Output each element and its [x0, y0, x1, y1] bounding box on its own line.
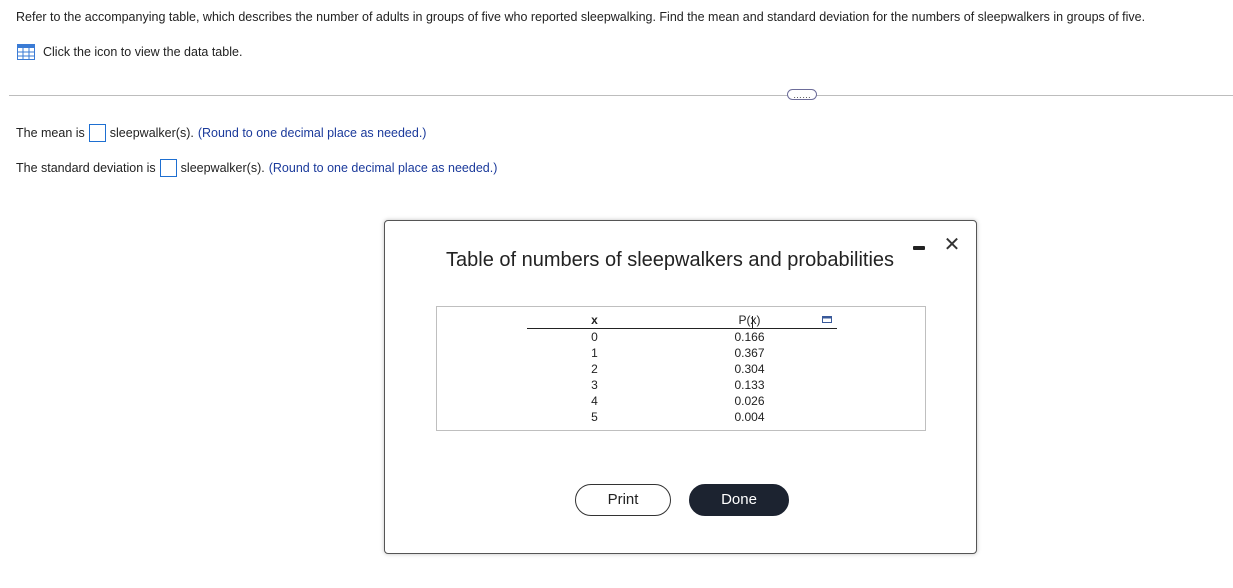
divider — [9, 95, 1233, 96]
sd-suffix: sleepwalker(s). — [180, 161, 265, 175]
px-cell: 0.367 — [734, 346, 765, 360]
data-table-link[interactable]: Click the icon to view the data table. — [17, 44, 242, 60]
mean-answer-line: The mean is sleepwalker(s). (Round to on… — [16, 124, 426, 142]
sd-prefix: The standard deviation is — [16, 161, 156, 175]
x-header: x — [527, 312, 662, 329]
column-separator — [752, 316, 753, 328]
px-cell: 0.133 — [734, 378, 765, 392]
sd-input[interactable] — [159, 159, 177, 177]
px-cell: 0.004 — [734, 410, 765, 424]
sd-answer-line: The standard deviation is sleepwalker(s)… — [16, 159, 497, 177]
sd-rounding-note: (Round to one decimal place as needed.) — [268, 161, 498, 175]
data-table-frame: x 0 1 2 3 4 5 P(x) 0.166 0.367 0.304 0.1… — [436, 306, 926, 431]
print-button[interactable]: Print — [575, 484, 671, 516]
x-cell: 5 — [591, 410, 598, 424]
px-header: P(x) — [662, 312, 837, 329]
minimize-icon[interactable] — [913, 246, 925, 250]
data-table-dialog: Table of numbers of sleepwalkers and pro… — [384, 220, 977, 554]
px-column: P(x) 0.166 0.367 0.304 0.133 0.026 0.004 — [662, 312, 837, 425]
expand-more-button[interactable]: …… — [787, 89, 817, 100]
mean-rounding-note: (Round to one decimal place as needed.) — [197, 126, 427, 140]
x-cell: 3 — [591, 378, 598, 392]
copy-table-icon[interactable] — [822, 316, 832, 324]
question-text: Refer to the accompanying table, which d… — [16, 10, 1146, 24]
table-grid-icon[interactable] — [17, 44, 35, 60]
px-cell: 0.304 — [734, 362, 765, 376]
x-cell: 2 — [591, 362, 598, 376]
x-cell: 1 — [591, 346, 598, 360]
mean-suffix: sleepwalker(s). — [109, 126, 194, 140]
close-icon[interactable]: ✕ — [942, 235, 962, 255]
data-table-link-text[interactable]: Click the icon to view the data table. — [43, 45, 242, 59]
px-cell: 0.166 — [734, 330, 765, 344]
done-button[interactable]: Done — [689, 484, 789, 516]
dialog-title: Table of numbers of sleepwalkers and pro… — [446, 249, 895, 271]
mean-prefix: The mean is — [16, 126, 85, 140]
x-column: x 0 1 2 3 4 5 — [527, 312, 662, 425]
px-cell: 0.026 — [734, 394, 765, 408]
x-cell: 0 — [591, 330, 598, 344]
mean-input[interactable] — [88, 124, 106, 142]
x-cell: 4 — [591, 394, 598, 408]
